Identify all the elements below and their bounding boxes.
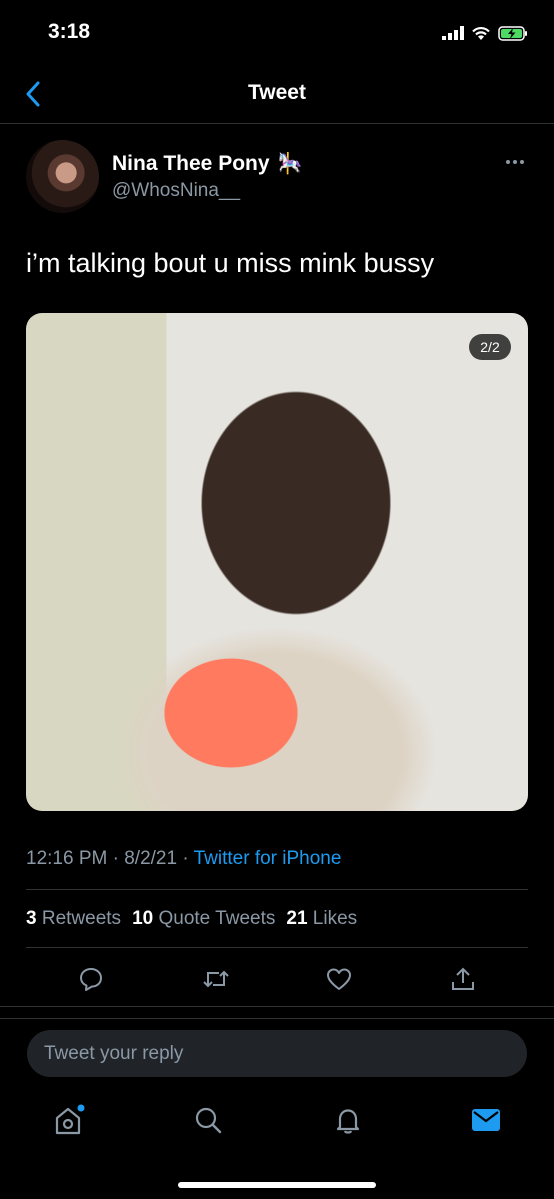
tweet-time: 12:16 PM (26, 848, 108, 869)
search-icon (195, 1107, 222, 1134)
tweet-text: i’m talking bout u miss mink bussy (26, 248, 435, 278)
author-handle[interactable]: @WhosNina__ (112, 180, 240, 202)
reply-button[interactable] (74, 962, 108, 996)
tab-home[interactable] (48, 1100, 88, 1140)
mail-icon (472, 1109, 500, 1131)
home-indicator (178, 1182, 376, 1188)
display-name-text: Nina Thee Pony (112, 151, 270, 175)
cellular-signal-icon (442, 26, 464, 40)
share-button[interactable] (446, 962, 480, 996)
tab-search[interactable] (188, 1100, 228, 1140)
reply-divider (0, 1018, 554, 1019)
tweet-source-link[interactable]: Twitter for iPhone (194, 848, 342, 869)
comment-icon (80, 968, 102, 991)
tweet-photo[interactable]: 2/2 (26, 313, 528, 811)
tweet-timestamp: 12:16 PM · 8/2/21 · Twitter for iPhone (26, 848, 342, 869)
battery-charging-icon (498, 25, 527, 41)
more-options-button[interactable] (500, 152, 530, 172)
more-horizontal-icon (506, 160, 510, 164)
like-button[interactable] (322, 962, 356, 996)
carousel-emoji: 🎠 (277, 153, 303, 175)
tab-notifications[interactable] (328, 1100, 368, 1140)
retweet-icon (203, 970, 229, 988)
tweet-stats: 3 Retweets 10 Quote Tweets 21 Likes (26, 908, 357, 930)
retweet-button[interactable] (199, 962, 233, 996)
stats-divider (26, 947, 528, 948)
avatar[interactable] (26, 140, 99, 213)
author-name[interactable]: Nina Thee Pony 🎠 (112, 151, 302, 176)
share-icon (452, 967, 474, 990)
media-counter-badge: 2/2 (469, 334, 511, 360)
wifi-icon (472, 26, 490, 40)
reply-input[interactable]: Tweet your reply (27, 1030, 527, 1077)
page-title: Tweet (248, 81, 306, 104)
quote-tweets-stat[interactable]: 10 Quote Tweets (132, 908, 275, 930)
header-divider (0, 123, 554, 124)
tab-messages[interactable] (466, 1100, 506, 1140)
bell-icon (336, 1109, 360, 1134)
meta-divider (26, 889, 528, 890)
tweet-date: 8/2/21 (124, 848, 178, 869)
tweet-actions (0, 962, 554, 996)
likes-stat[interactable]: 21 Likes (286, 908, 357, 930)
actions-divider (0, 1006, 554, 1007)
retweets-stat[interactable]: 3 Retweets (26, 908, 121, 930)
status-time: 3:18 (48, 20, 91, 43)
home-icon (55, 1104, 85, 1135)
heart-icon (327, 968, 351, 990)
status-icons (442, 22, 528, 44)
